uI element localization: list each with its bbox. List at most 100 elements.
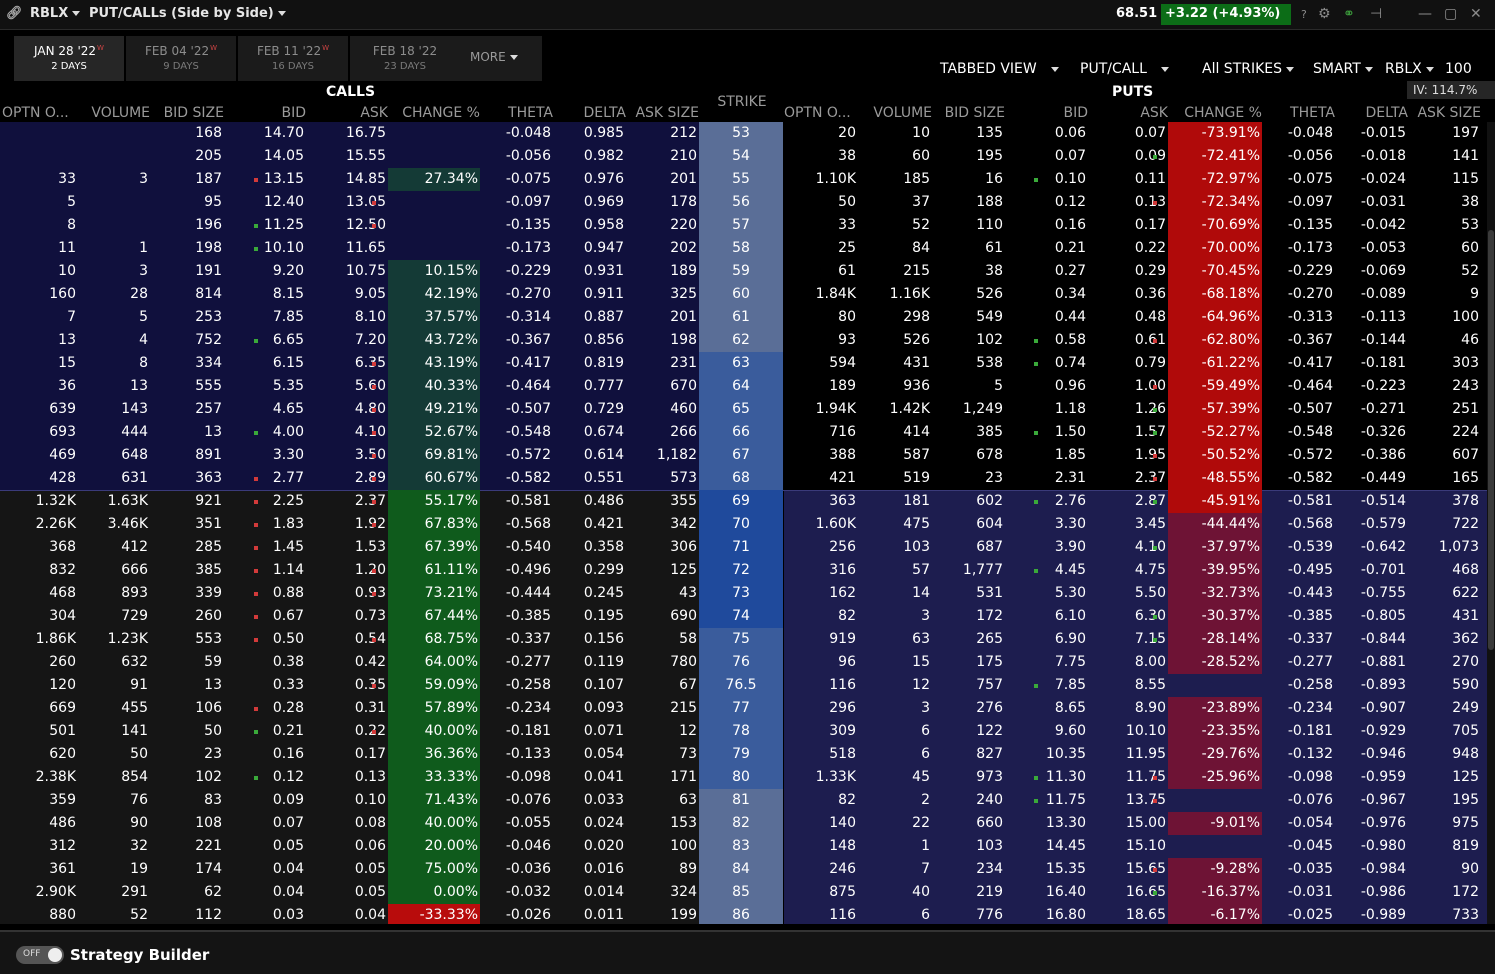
calls-bid-size[interactable]: 363	[152, 467, 224, 490]
puts-open-interest[interactable]: 875	[784, 881, 858, 904]
strike-cell[interactable]: 73	[699, 582, 783, 605]
puts-bid-size[interactable]: 385	[932, 421, 1005, 444]
calls-theta[interactable]: -0.548	[480, 421, 553, 444]
calls-bid[interactable]: 10.10	[258, 237, 306, 260]
calls-theta[interactable]: -0.464	[480, 375, 553, 398]
puts-change-pct[interactable]: -23.89%	[1168, 697, 1262, 720]
calls-bid-size[interactable]: 112	[152, 904, 224, 924]
puts-ask-size[interactable]: 270	[1408, 651, 1481, 674]
calls-header-ask[interactable]: ASK	[306, 105, 388, 121]
puts-open-interest[interactable]: 189	[784, 375, 858, 398]
puts-delta[interactable]: -0.018	[1335, 145, 1408, 168]
calls-bid-size[interactable]: 95	[152, 191, 224, 214]
calls-ask[interactable]: 4.80	[320, 398, 388, 421]
puts-theta[interactable]: -0.464	[1262, 375, 1335, 398]
puts-ask-size[interactable]: 819	[1408, 835, 1481, 858]
puts-bid[interactable]: 6.90	[1038, 628, 1088, 651]
underlying-dropdown[interactable]: RBLX	[1385, 61, 1434, 77]
calls-bid[interactable]: 0.50	[258, 628, 306, 651]
calls-change-pct[interactable]: 67.39%	[388, 536, 480, 559]
puts-delta[interactable]: -0.271	[1335, 398, 1408, 421]
calls-change-pct[interactable]	[388, 122, 480, 145]
strike-cell[interactable]: 67	[699, 444, 783, 467]
puts-ask[interactable]: 16.65	[1100, 881, 1168, 904]
calls-header-change-pct[interactable]: CHANGE %	[388, 105, 480, 121]
puts-open-interest[interactable]: 1.10K	[784, 168, 858, 191]
calls-theta[interactable]: -0.098	[480, 766, 553, 789]
calls-ask[interactable]: 5.60	[320, 375, 388, 398]
calls-delta[interactable]: 0.245	[553, 582, 626, 605]
calls-ask-size[interactable]: 202	[626, 237, 699, 260]
calls-theta[interactable]: -0.026	[480, 904, 553, 924]
puts-ask[interactable]: 13.75	[1100, 789, 1168, 812]
calls-bid-size[interactable]: 553	[152, 628, 224, 651]
puts-ask-size[interactable]: 622	[1408, 582, 1481, 605]
calls-bid-size[interactable]: 191	[152, 260, 224, 283]
calls-delta[interactable]: 0.299	[553, 559, 626, 582]
calls-delta[interactable]: 0.969	[553, 191, 626, 214]
calls-ask-size[interactable]: 89	[626, 858, 699, 881]
calls-ask[interactable]: 0.06	[320, 835, 388, 858]
puts-theta[interactable]: -0.097	[1262, 191, 1335, 214]
calls-change-pct[interactable]: 40.00%	[388, 812, 480, 835]
puts-ask-size[interactable]: 195	[1408, 789, 1481, 812]
calls-ask-size[interactable]: 43	[626, 582, 699, 605]
puts-delta[interactable]: -0.986	[1335, 881, 1408, 904]
puts-theta[interactable]: -0.417	[1262, 352, 1335, 375]
puts-theta[interactable]: -0.181	[1262, 720, 1335, 743]
puts-open-interest[interactable]: 246	[784, 858, 858, 881]
puts-delta[interactable]: -0.755	[1335, 582, 1408, 605]
puts-change-pct[interactable]: -25.96%	[1168, 766, 1262, 789]
puts-delta[interactable]: -0.907	[1335, 697, 1408, 720]
calls-change-pct[interactable]	[388, 191, 480, 214]
calls-delta[interactable]: 0.777	[553, 375, 626, 398]
calls-open-interest[interactable]: 33	[2, 168, 78, 191]
puts-open-interest[interactable]: 82	[784, 605, 858, 628]
puts-theta[interactable]: -0.258	[1262, 674, 1335, 697]
puts-ask-size[interactable]: 431	[1408, 605, 1481, 628]
puts-theta[interactable]: -0.076	[1262, 789, 1335, 812]
puts-bid[interactable]: 2.76	[1038, 490, 1088, 513]
puts-volume[interactable]: 475	[858, 513, 932, 536]
puts-ask-size[interactable]: 243	[1408, 375, 1481, 398]
puts-bid-size[interactable]: 103	[932, 835, 1005, 858]
calls-delta[interactable]: 0.947	[553, 237, 626, 260]
calls-bid[interactable]: 8.15	[258, 283, 306, 306]
puts-delta[interactable]: -0.223	[1335, 375, 1408, 398]
calls-bid[interactable]: 0.67	[258, 605, 306, 628]
puts-change-pct[interactable]: -52.27%	[1168, 421, 1262, 444]
calls-ask-size[interactable]: 210	[626, 145, 699, 168]
calls-volume[interactable]: 50	[80, 743, 150, 766]
calls-bid[interactable]: 0.88	[258, 582, 306, 605]
puts-delta[interactable]: -0.701	[1335, 559, 1408, 582]
puts-volume[interactable]: 40	[858, 881, 932, 904]
puts-bid[interactable]: 15.35	[1038, 858, 1088, 881]
calls-theta[interactable]: -0.507	[480, 398, 553, 421]
calls-theta[interactable]: -0.133	[480, 743, 553, 766]
calls-open-interest[interactable]	[2, 122, 78, 145]
puts-bid-size[interactable]: 135	[932, 122, 1005, 145]
calls-ask[interactable]: 0.42	[320, 651, 388, 674]
calls-open-interest[interactable]: 312	[2, 835, 78, 858]
puts-change-pct[interactable]: -72.97%	[1168, 168, 1262, 191]
calls-bid-size[interactable]: 205	[152, 145, 224, 168]
puts-header-bid-size[interactable]: BID SIZE	[932, 105, 1005, 121]
calls-delta[interactable]: 0.071	[553, 720, 626, 743]
puts-ask-size[interactable]: 90	[1408, 858, 1481, 881]
puts-bid[interactable]: 0.27	[1038, 260, 1088, 283]
puts-theta[interactable]: -0.507	[1262, 398, 1335, 421]
puts-delta[interactable]: -0.326	[1335, 421, 1408, 444]
calls-ask-size[interactable]: 12	[626, 720, 699, 743]
calls-bid-size[interactable]: 891	[152, 444, 224, 467]
close-icon[interactable]: ✕	[1470, 6, 1482, 22]
calls-ask[interactable]: 0.13	[320, 766, 388, 789]
puts-bid-size[interactable]: 1,249	[932, 398, 1005, 421]
strike-cell[interactable]: 56	[699, 191, 783, 214]
calls-volume[interactable]	[80, 122, 150, 145]
calls-ask[interactable]: 4.10	[320, 421, 388, 444]
calls-theta[interactable]: -0.036	[480, 858, 553, 881]
view-mode-dropdown[interactable]: TABBED VIEW	[940, 61, 1059, 77]
calls-change-pct[interactable]: 40.00%	[388, 720, 480, 743]
puts-ask[interactable]: 8.90	[1100, 697, 1168, 720]
calls-change-pct[interactable]: 49.21%	[388, 398, 480, 421]
